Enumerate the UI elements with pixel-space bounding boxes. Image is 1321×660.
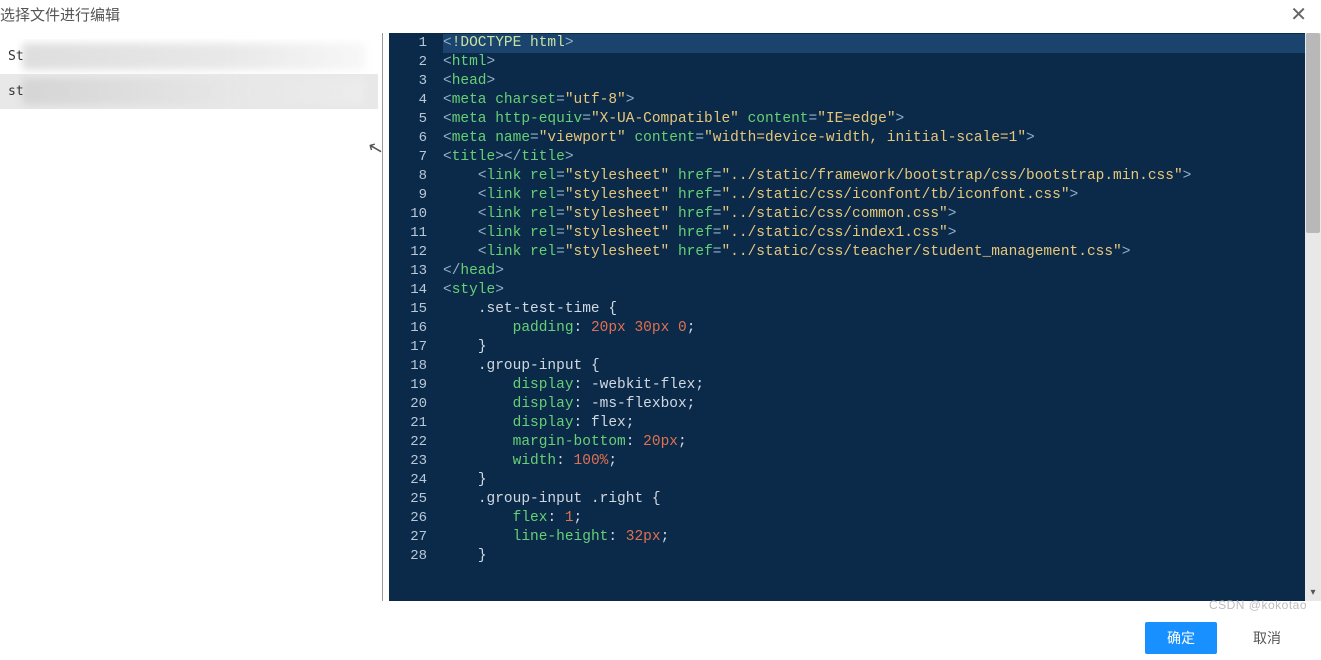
line-number-gutter: 1234567891011121314151617181920212223242… bbox=[389, 33, 437, 601]
watermark-text: CSDN @kokotao bbox=[1209, 598, 1307, 612]
scroll-down-arrow[interactable]: ▾ bbox=[1305, 585, 1321, 601]
file-name-prefix: St bbox=[8, 49, 24, 64]
code-editor[interactable]: 1234567891011121314151617181920212223242… bbox=[389, 33, 1321, 601]
vertical-splitter[interactable] bbox=[382, 33, 383, 601]
code-content[interactable]: <!DOCTYPE html><html><head><meta charset… bbox=[437, 33, 1321, 601]
vertical-scrollbar[interactable]: ▾ bbox=[1305, 33, 1321, 601]
dialog-header: 选择文件进行编辑 ✕ bbox=[0, 0, 1321, 33]
file-name-prefix: st bbox=[8, 84, 24, 99]
ok-button[interactable]: 确定 bbox=[1145, 622, 1217, 654]
file-name-redacted bbox=[22, 78, 366, 105]
dialog-title: 选择文件进行编辑 bbox=[0, 4, 120, 25]
file-list-item[interactable]: St bbox=[0, 39, 378, 74]
scrollbar-thumb[interactable] bbox=[1306, 33, 1320, 233]
close-icon[interactable]: ✕ bbox=[1284, 2, 1313, 27]
dialog-footer: 确定 取消 bbox=[1145, 622, 1303, 654]
file-list-sidebar: St st bbox=[0, 33, 382, 601]
cancel-button[interactable]: 取消 bbox=[1231, 622, 1303, 654]
file-name-redacted bbox=[22, 43, 366, 70]
file-list-item[interactable]: st bbox=[0, 74, 378, 109]
